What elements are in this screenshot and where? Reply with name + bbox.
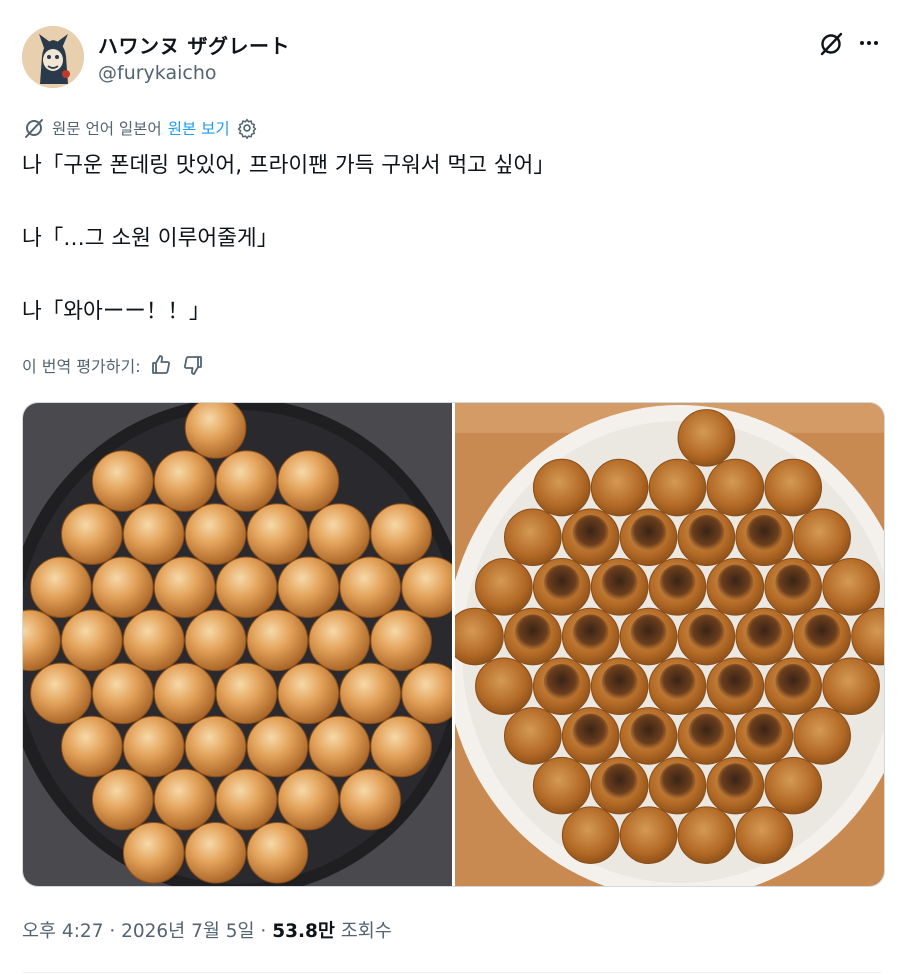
tweet-meta: 오후 4:27 · 2026년 7월 5일 · 53.8만 조회수 <box>22 917 392 943</box>
photo-pan-doughnuts[interactable] <box>23 403 452 886</box>
rate-translation: 이 번역 평가하기: <box>22 352 205 378</box>
timestamp[interactable]: 오후 4:27 · 2026년 7월 5일 · <box>22 921 272 942</box>
translation-info: 원문 언어 일본어 원본 보기 <box>22 116 258 140</box>
grok-icon[interactable] <box>817 30 845 58</box>
thumbs-up-icon[interactable] <box>149 353 173 377</box>
user-handle[interactable]: @furykaicho <box>98 62 217 84</box>
display-name[interactable]: ハワンヌ ザグレート <box>98 30 290 59</box>
rate-translation-label: 이 번역 평가하기: <box>22 357 141 376</box>
tweet-header: ハワンヌ ザグレート @furykaicho <box>22 26 882 90</box>
grok-translate-icon <box>22 116 46 140</box>
avatar[interactable] <box>22 26 84 88</box>
divider <box>22 972 882 973</box>
tweet-line-2: 나「…그 소원 이루어줄게」 <box>22 226 279 251</box>
views-count: 53.8만 <box>272 921 335 942</box>
media-grid <box>22 402 885 887</box>
avatar-illustration <box>22 26 84 88</box>
source-language-label: 원문 언어 일본어 <box>52 120 162 138</box>
tweet-line-3: 나「와아ーー！！」 <box>22 299 211 324</box>
photo-plate-doughnuts[interactable] <box>455 403 884 886</box>
views-label: 조회수 <box>334 921 392 942</box>
tweet-line-1: 나「구운 폰데링 맛있어, 프라이팬 가득 구워서 먹고 싶어」 <box>22 153 555 178</box>
gear-icon[interactable] <box>236 117 258 139</box>
more-horizontal-icon[interactable] <box>854 28 884 58</box>
show-original-link[interactable]: 원본 보기 <box>168 117 230 139</box>
thumbs-down-icon[interactable] <box>181 353 205 377</box>
tweet-text: 나「구운 폰데링 맛있어, 프라이팬 가득 구워서 먹고 싶어」 나「…그 소원… <box>22 148 882 330</box>
